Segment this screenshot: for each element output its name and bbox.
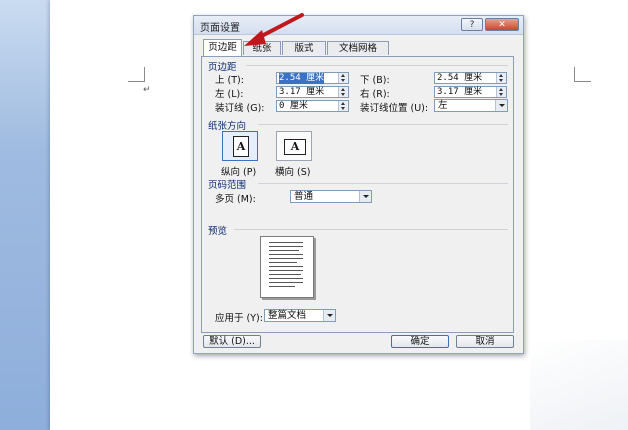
margin-crop-mark-left (128, 67, 145, 82)
multiple-pages-select[interactable]: 普通 (290, 190, 372, 203)
right-margin-value: 3.17 厘米 (437, 87, 483, 97)
document-page-corner (530, 340, 628, 430)
landscape-button[interactable]: A (276, 131, 312, 161)
spin-arrows-icon[interactable] (496, 73, 506, 83)
right-margin-label: 右 (R): (360, 89, 390, 100)
margin-crop-mark-right (574, 67, 591, 82)
landscape-label[interactable]: 横向 (S) (275, 164, 310, 178)
close-button[interactable]: ✕ (485, 18, 519, 31)
bottom-margin-value: 2.54 厘米 (437, 73, 483, 83)
left-margin-spinner[interactable]: 3.17 厘米 (276, 86, 349, 98)
left-margin-label: 左 (L): (215, 89, 244, 100)
bottom-margin-label: 下 (B): (360, 75, 390, 86)
gutter-spinner[interactable]: 0 厘米 (276, 100, 349, 112)
top-margin-spinner[interactable]: 2.54 厘米 (276, 72, 349, 84)
paragraph-mark: ↵ (143, 85, 151, 95)
tab-margins[interactable]: 页边距 (203, 39, 242, 56)
apply-to-select[interactable]: 整篇文档 (264, 309, 336, 322)
group-divider (246, 65, 508, 66)
page-preview (260, 236, 314, 298)
dialog-title: 页面设置 (200, 23, 240, 34)
orientation-group-label: 纸张方向 (208, 121, 247, 132)
right-margin-spinner[interactable]: 3.17 厘米 (434, 86, 507, 98)
portrait-button[interactable]: A (222, 131, 258, 161)
chevron-down-icon[interactable] (359, 191, 371, 202)
bottom-margin-spinner[interactable]: 2.54 厘米 (434, 72, 507, 84)
landscape-page-icon: A (284, 139, 306, 155)
group-divider (258, 183, 508, 184)
gutter-position-label: 装订线位置 (U): (360, 103, 429, 114)
spin-arrows-icon[interactable] (338, 73, 348, 83)
default-button[interactable]: 默认 (D)... (203, 335, 261, 348)
gutter-position-select[interactable]: 左 (434, 99, 508, 112)
tab-document-grid[interactable]: 文档网格 (327, 41, 389, 55)
help-button[interactable]: ? (461, 18, 483, 31)
portrait-label[interactable]: 纵向 (P) (221, 164, 256, 178)
ok-button[interactable]: 确定 (391, 335, 449, 348)
page-setup-dialog: 页面设置 ? ✕ 页边距 纸张 版式 文档网格 页边距 上 (T): 2.54 … (193, 15, 524, 354)
multiple-pages-label: 多页 (M): (215, 194, 256, 205)
group-divider (258, 124, 508, 125)
top-margin-label: 上 (T): (215, 75, 244, 86)
pages-group-label: 页码范围 (208, 180, 247, 191)
top-margin-value: 2.54 厘米 (279, 73, 325, 84)
margins-panel: 页边距 上 (T): 2.54 厘米 下 (B): 2.54 厘米 左 (L):… (201, 56, 514, 333)
margins-group-label: 页边距 (208, 62, 237, 73)
apply-to-value: 整篇文档 (268, 310, 307, 321)
gutter-value: 0 厘米 (279, 101, 308, 111)
spin-arrows-icon[interactable] (338, 87, 348, 97)
annotation-arrow-icon (244, 13, 304, 46)
spin-arrows-icon[interactable] (338, 101, 348, 111)
spin-arrows-icon[interactable] (496, 87, 506, 97)
left-margin-value: 3.17 厘米 (279, 87, 325, 97)
gutter-position-value: 左 (438, 100, 448, 111)
cancel-button[interactable]: 取消 (456, 335, 514, 348)
group-divider (234, 229, 508, 230)
multiple-pages-value: 普通 (294, 191, 314, 202)
gutter-label: 装订线 (G): (215, 103, 265, 114)
chevron-down-icon[interactable] (495, 100, 507, 111)
chevron-down-icon[interactable] (323, 310, 335, 321)
portrait-page-icon: A (233, 136, 249, 157)
apply-to-label: 应用于 (Y): (215, 313, 263, 324)
preview-group-label: 预览 (208, 226, 228, 237)
